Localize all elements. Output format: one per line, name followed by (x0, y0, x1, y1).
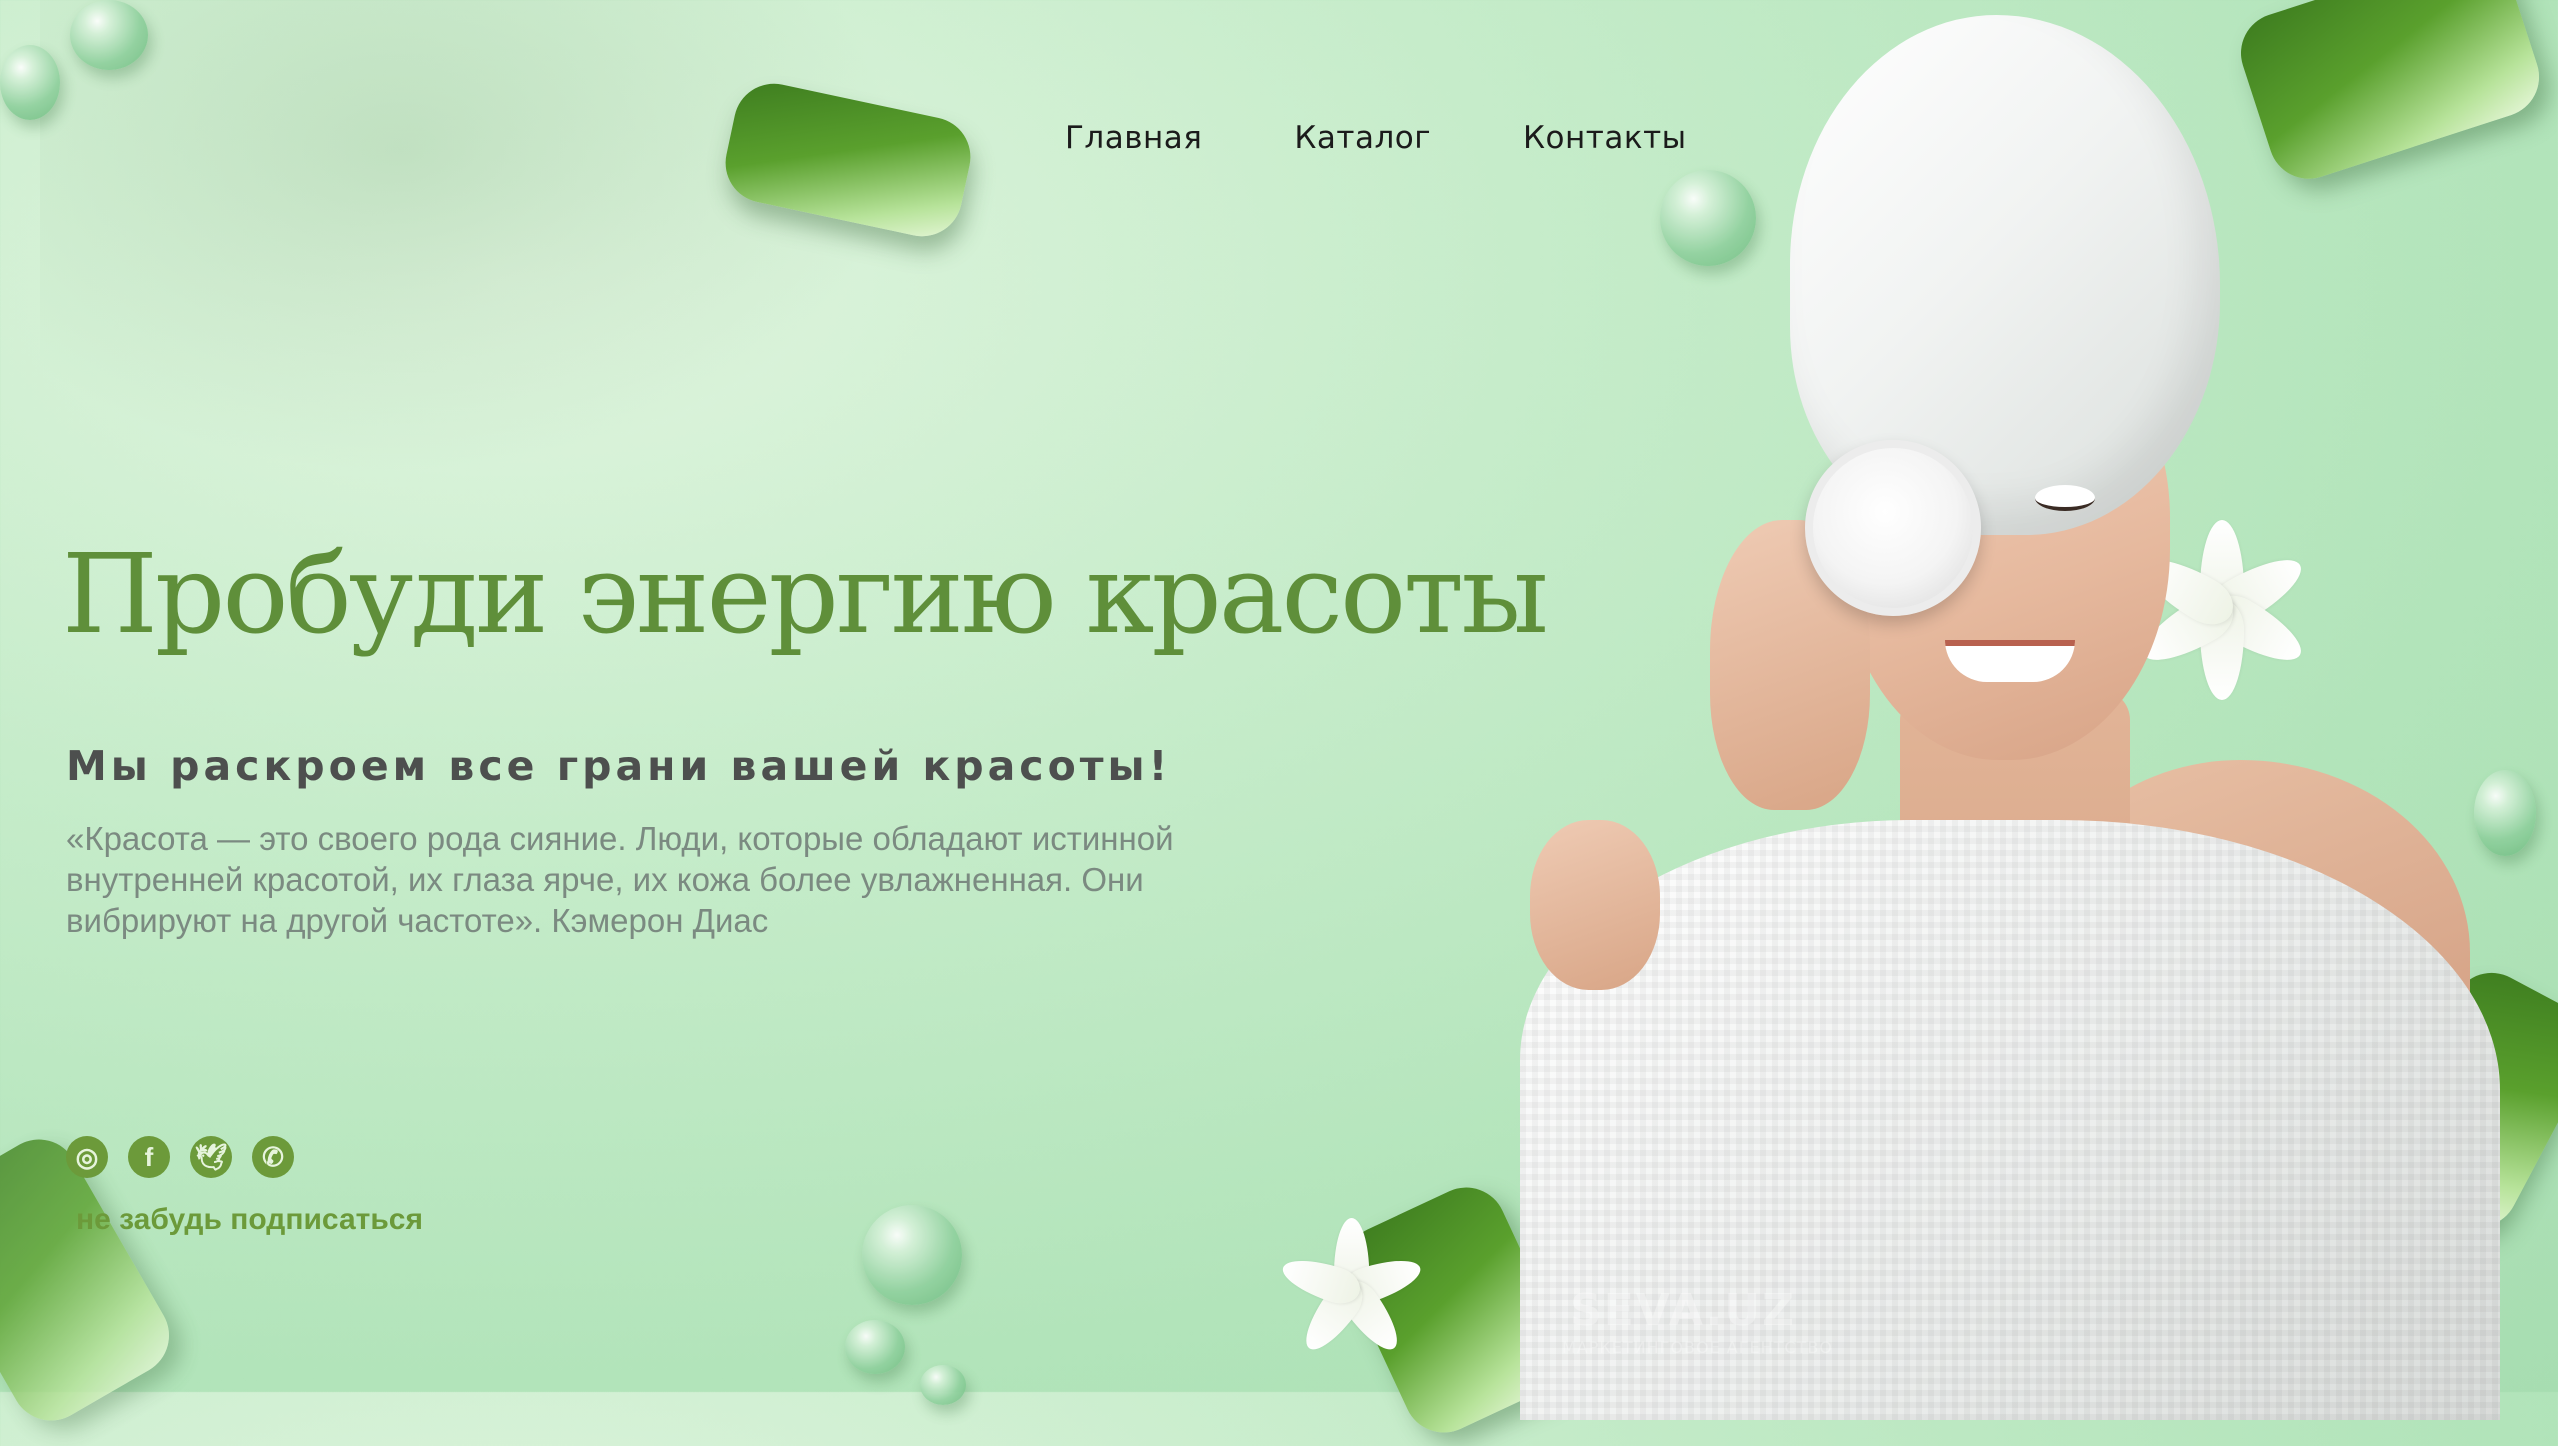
hero-quote: «Красота — это своего рода сияние. Люди,… (66, 820, 1174, 939)
water-drop (862, 1205, 962, 1305)
watermark-subtext: МАРКЕТИНГОВОЕ АГЕНТСТВО (1562, 1338, 1833, 1357)
nav-link-catalog[interactable]: Каталог (1294, 120, 1431, 156)
model-portrait (1277, 0, 2558, 1420)
raised-hand (1530, 820, 1660, 990)
main-nav: Главная Каталог Контакты (1065, 120, 1687, 156)
nav-link-contacts[interactable]: Контакты (1523, 120, 1687, 156)
nav-link-home[interactable]: Главная (1065, 120, 1202, 156)
watermark: SEVA.UZ (1570, 1285, 1797, 1336)
water-drop (70, 0, 148, 70)
facebook-icon[interactable]: f (128, 1136, 170, 1178)
water-drop (920, 1365, 966, 1405)
hero-headline: Пробуди энергию красоты (62, 530, 1549, 658)
water-drop (845, 1320, 905, 1374)
whatsapp-icon[interactable]: ✆ (252, 1136, 294, 1178)
water-drop (0, 45, 60, 120)
palm-leaf-shadow (40, 0, 940, 500)
landing-page: Главная Каталог Контакты Пробуди энергию… (0, 0, 2558, 1446)
instagram-icon[interactable]: ◎ (66, 1136, 108, 1178)
hero-subheadline: Мы раскроем все грани вашей красоты! (66, 742, 1172, 790)
lily-flower (1270, 1210, 1430, 1370)
eye (2035, 485, 2095, 511)
social-links: ◎ f 🕊 ✆ (66, 1136, 294, 1178)
cream-jar (1805, 440, 1981, 616)
twitter-icon[interactable]: 🕊 (190, 1136, 232, 1178)
subscribe-label: не забудь подписаться (76, 1203, 423, 1236)
